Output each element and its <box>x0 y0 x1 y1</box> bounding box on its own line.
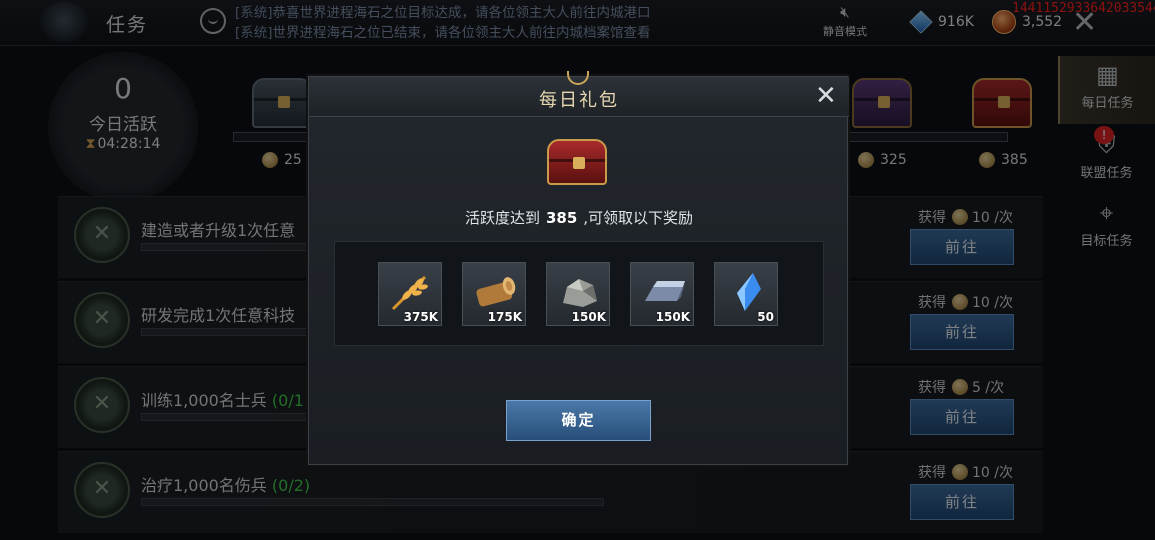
reward-qty: 150K <box>571 310 606 324</box>
reward-item[interactable]: 175K <box>462 262 526 326</box>
dialog-title: 每日礼包 <box>539 90 619 111</box>
gift-chest-icon <box>547 139 607 185</box>
crystal-icon <box>737 273 761 311</box>
wood-icon <box>476 277 516 307</box>
required-activity: 385 <box>545 209 578 227</box>
confirm-button[interactable]: 确定 <box>506 400 651 441</box>
crest-icon <box>567 71 589 85</box>
close-icon[interactable]: ✕ <box>815 83 837 109</box>
dialog-description: 活跃度达到 385 ,可领取以下奖励 <box>464 209 694 227</box>
stone-icon <box>563 279 597 307</box>
reward-item[interactable]: 150K <box>546 262 610 326</box>
reward-item[interactable]: 150K <box>630 262 694 326</box>
iron-icon <box>645 281 685 301</box>
wheat-icon <box>391 275 428 311</box>
reward-qty: 150K <box>655 310 690 324</box>
reward-qty: 175K <box>487 310 522 324</box>
dialog-header: 每日礼包 ✕ <box>309 71 849 117</box>
reward-qty: 50 <box>757 310 774 324</box>
daily-gift-dialog: 每日礼包 ✕ 活跃度达到 385 ,可领取以下奖励 375K 175K 150K… <box>308 71 849 465</box>
reward-qty: 375K <box>403 310 438 324</box>
reward-panel: 375K 175K 150K 150K 50 <box>334 241 824 346</box>
reward-item[interactable]: 50 <box>714 262 778 326</box>
reward-item[interactable]: 375K <box>378 262 442 326</box>
